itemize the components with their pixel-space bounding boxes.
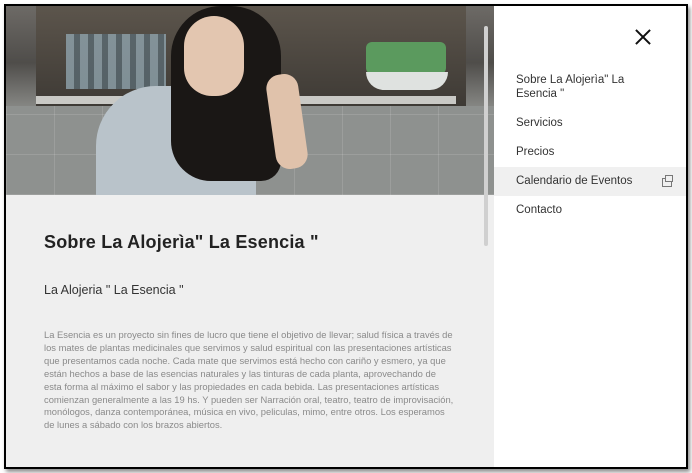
page-title: Sobre La Alojerìa" La Esencia " [44,232,319,252]
browser-viewport: Sobre La Alojerìa" La Esencia " La Aloje… [4,4,688,469]
close-icon[interactable] [634,28,652,46]
article-body: La Esencia es un proyecto sin fines de l… [44,329,454,431]
menu-item-contacto[interactable]: Contacto [494,196,686,225]
article: Sobre La Alojerìa" La Esencia " La Aloje… [44,232,464,432]
hero-image [6,6,494,195]
page-content: Sobre La Alojerìa" La Esencia " La Aloje… [6,6,494,467]
side-menu: Sobre La Alojerìa" La Esencia " Servicio… [494,6,686,467]
article-subtitle: La Alojeria " La Esencia " [44,283,184,297]
scrollbar[interactable] [484,26,488,246]
menu-item-precios[interactable]: Precios [494,138,686,167]
menu-item-label: Calendario de Eventos [516,175,633,187]
menu-item-sobre[interactable]: Sobre La Alojerìa" La Esencia " [494,66,686,109]
menu-item-calendario[interactable]: Calendario de Eventos [494,167,686,196]
menu-item-servicios[interactable]: Servicios [494,109,686,138]
external-link-icon [662,175,673,187]
